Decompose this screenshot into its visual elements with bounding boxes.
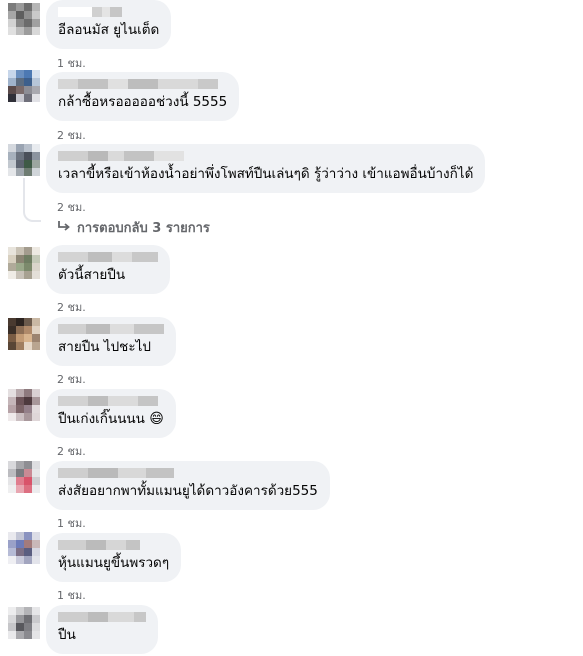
blurred-author-name[interactable] <box>58 468 318 478</box>
comment-text: อีลอนมัส ยูไนเต็ด <box>58 22 160 38</box>
blurred-author-name[interactable] <box>58 540 169 550</box>
comment-bubble: อีลอนมัส ยูไนเต็ด <box>46 0 172 49</box>
comment-bubble: กล้าซื้อหรอออออช่วงนี้ 5555 <box>46 72 240 121</box>
comment-text: ปืนเก่งเกิ๊นนนน 😄 <box>58 410 164 428</box>
view-replies-link[interactable]: การตอบกลับ 3 รายการ <box>57 217 210 238</box>
comment-text: หุ้นแมนยูขึ้นพรวดๆ <box>58 555 170 571</box>
comment-timestamp[interactable]: 2 ชม. <box>57 198 86 216</box>
comment-text-content: ปืนเก่งเกิ๊นนนน <box>58 411 145 427</box>
avatar[interactable] <box>8 144 40 176</box>
comment-bubble: สายปืน ไปชะไป <box>46 317 176 366</box>
comment-text: เวลาขี้หรือเข้าห้องน้ำอย่าพึ่งโพสท์ปืนเล… <box>58 166 474 182</box>
comment-bubble: หุ้นแมนยูขึ้นพรวดๆ <box>46 533 182 582</box>
comment-bubble: ปืนเก่งเกิ๊นนนน 😄 <box>46 389 176 438</box>
replies-label[interactable]: การตอบกลับ 3 รายการ <box>77 217 210 238</box>
avatar[interactable] <box>8 532 40 564</box>
comment-timestamp[interactable]: 1 ชม. <box>57 54 86 72</box>
comment-text: ปืน <box>58 627 76 643</box>
comment-timestamp[interactable]: 2 ชม. <box>57 298 86 316</box>
avatar[interactable] <box>8 70 40 102</box>
blurred-author-name[interactable] <box>58 79 227 89</box>
thread-connector <box>23 206 41 222</box>
blurred-author-name[interactable] <box>58 612 146 622</box>
avatar[interactable] <box>8 247 40 279</box>
comment-bubble: เวลาขี้หรือเข้าห้องน้ำอย่าพึ่งโพสท์ปืนเล… <box>46 144 486 193</box>
comment-timestamp[interactable]: 2 ชม. <box>57 126 86 144</box>
comment-timestamp[interactable]: 2 ชม. <box>57 442 86 460</box>
comment-bubble: ตัวนี้สายปืน <box>46 245 170 294</box>
blurred-author-name[interactable] <box>58 151 473 161</box>
comment-timestamp[interactable]: 1 ชม. <box>57 586 86 604</box>
blurred-author-name[interactable] <box>58 252 158 262</box>
blurred-author-name[interactable] <box>58 324 164 334</box>
avatar[interactable] <box>8 3 40 35</box>
reply-arrow-icon <box>57 220 71 236</box>
comment-text: ส่งสัยอยากพาทั้มแมนยูได้ดาวอังคารด้วย555 <box>58 483 318 499</box>
grinning-face-emoji-icon: 😄 <box>149 411 164 427</box>
comment-text: สายปืน ไปชะไป <box>58 339 151 355</box>
avatar[interactable] <box>8 318 40 350</box>
avatar[interactable] <box>8 607 40 639</box>
thread-line <box>23 178 25 206</box>
comment-text: กล้าซื้อหรอออออช่วงนี้ 5555 <box>58 94 228 110</box>
blurred-author-name[interactable] <box>58 396 164 406</box>
comment-bubble: ปืน <box>46 605 158 654</box>
comment-timestamp[interactable]: 2 ชม. <box>57 370 86 388</box>
comment-text: ตัวนี้สายปืน <box>58 267 126 283</box>
avatar[interactable] <box>8 461 40 493</box>
blurred-author-name[interactable] <box>58 7 159 17</box>
comment-bubble: ส่งสัยอยากพาทั้มแมนยูได้ดาวอังคารด้วย555 <box>46 461 330 510</box>
comment-timestamp[interactable]: 1 ชม. <box>57 514 86 532</box>
avatar[interactable] <box>8 389 40 421</box>
